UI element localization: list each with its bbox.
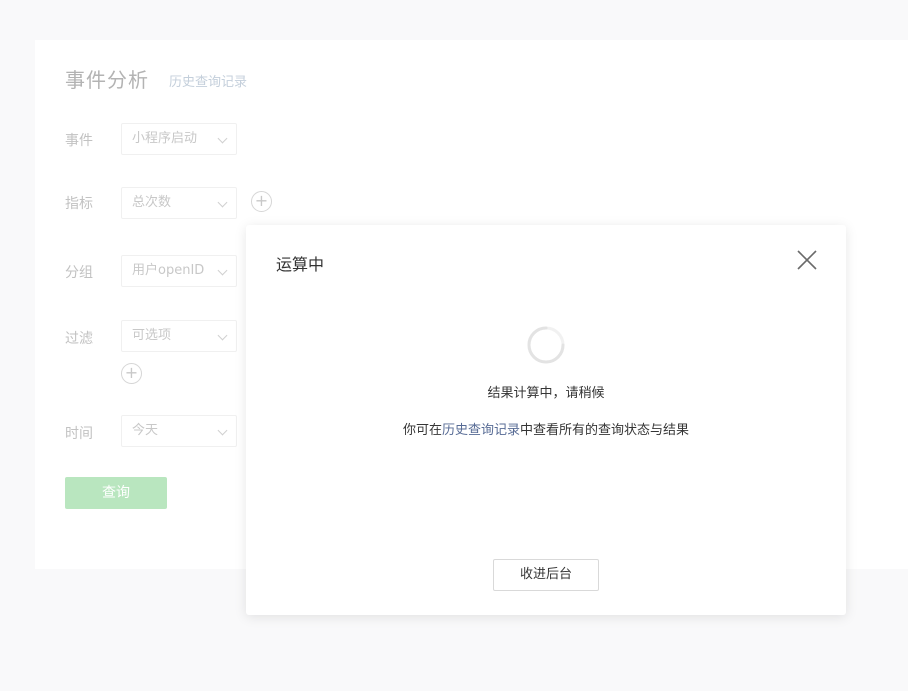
event-label: 事件 — [65, 133, 93, 149]
group-label: 分组 — [65, 265, 93, 281]
metric-select-value: 总次数 — [132, 195, 172, 210]
filter-select-value: 可选项 — [132, 328, 172, 343]
group-select-value: 用户openID — [132, 263, 205, 278]
page-title: 事件分析 — [65, 68, 149, 92]
chevron-down-icon — [217, 425, 228, 436]
close-icon[interactable] — [795, 248, 819, 272]
event-select-value: 小程序启动 — [132, 131, 198, 146]
metric-select[interactable]: 总次数 — [121, 187, 237, 219]
chevron-down-icon — [217, 330, 228, 341]
event-select[interactable]: 小程序启动 — [121, 123, 237, 155]
hint-suffix: 中查看所有的查询状态与结果 — [520, 423, 690, 438]
page: 事件分析 历史查询记录 事件 小程序启动 指标 总次数 + 分组 用户openI… — [0, 0, 908, 691]
run-in-background-button[interactable]: 收进后台 — [493, 559, 599, 591]
add-metric-icon[interactable]: + — [251, 191, 272, 212]
chevron-down-icon — [217, 133, 228, 144]
add-filter-icon[interactable]: + — [121, 363, 142, 384]
dialog-title: 运算中 — [276, 255, 325, 274]
chevron-down-icon — [217, 265, 228, 276]
filter-label: 过滤 — [65, 331, 93, 347]
computing-message: 结果计算中，请稍候 — [487, 386, 605, 401]
hint-prefix: 你可在 — [402, 423, 442, 438]
history-hint: 你可在历史查询记录中查看所有的查询状态与结果 — [246, 419, 846, 438]
loading-spinner-icon — [527, 326, 565, 364]
query-button[interactable]: 查询 — [65, 477, 167, 509]
history-link[interactable]: 历史查询记录 — [169, 71, 247, 90]
time-select[interactable]: 今天 — [121, 415, 237, 447]
filter-select[interactable]: 可选项 — [121, 320, 237, 352]
hint-history-link[interactable]: 历史查询记录 — [442, 423, 520, 438]
computing-dialog: 运算中 结果计算中，请稍候 你可在历史查询记录中查看所有的查询状态与结果 收进后… — [246, 225, 846, 615]
time-label: 时间 — [65, 426, 93, 442]
metric-label: 指标 — [65, 196, 93, 212]
time-select-value: 今天 — [132, 423, 159, 438]
chevron-down-icon — [217, 197, 228, 208]
group-select[interactable]: 用户openID — [121, 255, 237, 287]
